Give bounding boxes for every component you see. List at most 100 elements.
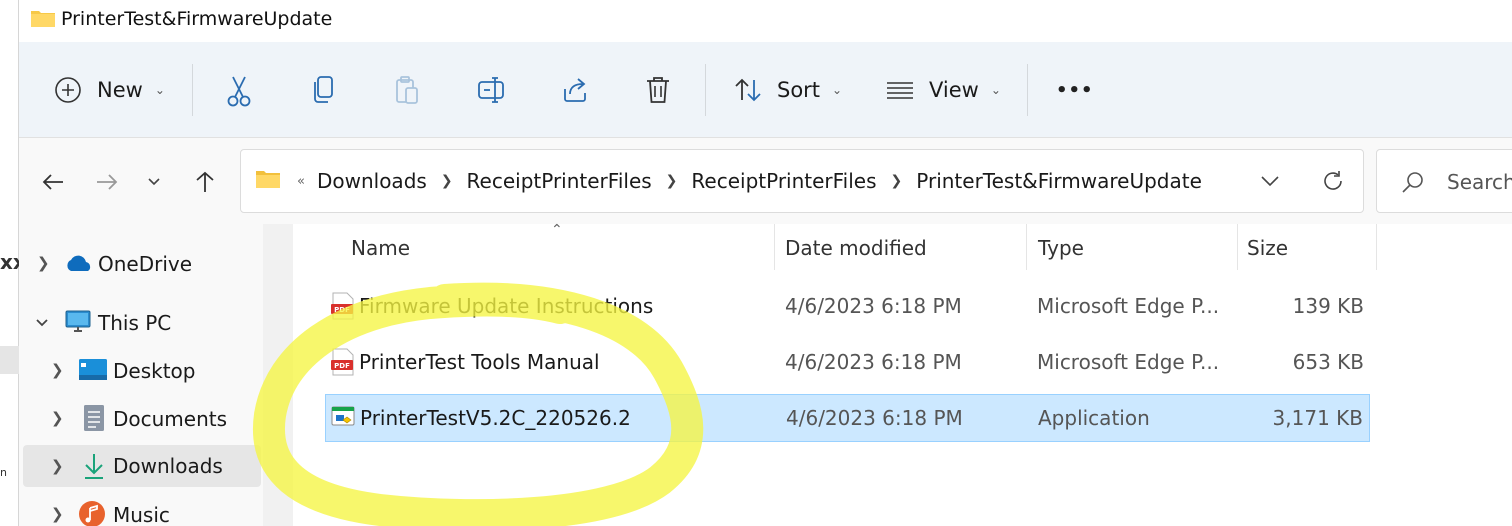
column-divider[interactable]	[1237, 224, 1238, 270]
column-divider[interactable]	[1026, 224, 1027, 270]
file-type: Microsoft Edge P...	[1037, 294, 1220, 318]
sidebar-item-onedrive[interactable]: ❯ OneDrive	[23, 244, 263, 284]
view-button[interactable]: View ⌄	[885, 70, 1001, 110]
address-bar[interactable]: « Downloads ❯ ReceiptPrinterFiles ❯ Rece…	[240, 149, 1364, 213]
share-icon	[564, 78, 586, 102]
file-size: 139 KB	[1292, 294, 1364, 318]
pane-splitter[interactable]	[263, 224, 293, 526]
file-row-selected[interactable]: PrinterTestV5.2C_220526.2 4/6/2023 6:18 …	[325, 394, 1370, 442]
sidebar-item-documents[interactable]: ❯ Documents	[23, 399, 263, 439]
chevron-right-icon[interactable]: ❯	[891, 173, 903, 189]
file-date: 4/6/2023 6:18 PM	[786, 406, 963, 430]
file-name: Firmware Update Instructions	[359, 294, 654, 318]
file-type: Application	[1038, 406, 1150, 430]
breadcrumb: « Downloads ❯ ReceiptPrinterFiles ❯ Rece…	[297, 169, 1202, 193]
copy-icon	[314, 76, 333, 103]
chevron-right-icon[interactable]: ❯	[51, 361, 64, 379]
column-header-name[interactable]: Name	[351, 236, 410, 260]
title-bar: PrinterTest&FirmwareUpdate	[19, 0, 1512, 42]
toolbar-divider	[705, 64, 706, 116]
breadcrumb-overflow[interactable]: «	[297, 174, 305, 189]
chevron-right-icon[interactable]: ❯	[37, 254, 50, 272]
folder-icon	[31, 11, 55, 27]
add-circle-icon	[55, 77, 81, 103]
file-row[interactable]: PDF PrinterTest Tools Manual 4/6/2023 6:…	[325, 339, 1370, 387]
forward-button[interactable]	[93, 168, 121, 196]
paste-button[interactable]	[393, 70, 421, 110]
computer-icon	[65, 310, 91, 332]
sidebar-item-label: OneDrive	[98, 252, 193, 276]
file-name: PrinterTestV5.2C_220526.2	[360, 406, 631, 430]
arrow-right-icon	[97, 174, 118, 190]
up-button[interactable]	[191, 168, 219, 196]
command-bar: New ⌄ Sort ⌄ View ⌄ •••	[19, 42, 1512, 138]
file-type: Microsoft Edge P...	[1037, 350, 1220, 374]
svg-text:PDF: PDF	[334, 362, 350, 370]
sidebar-item-label: Documents	[113, 407, 228, 431]
window-title: PrinterTest&FirmwareUpdate	[61, 8, 333, 30]
search-box[interactable]: Search	[1376, 149, 1512, 213]
music-icon	[79, 501, 105, 526]
more-options-button[interactable]: •••	[1056, 70, 1094, 110]
delete-button[interactable]	[644, 70, 672, 110]
file-explorer-window: PrinterTest&FirmwareUpdate New ⌄ Sort ⌄ …	[19, 0, 1512, 526]
chevron-down-icon: ⌄	[154, 83, 165, 97]
chevron-down-icon[interactable]	[35, 318, 49, 328]
sort-ascending-icon: ⌃	[551, 222, 563, 238]
file-size: 3,171 KB	[1272, 406, 1363, 430]
scissors-icon	[227, 76, 251, 107]
back-button[interactable]	[39, 168, 67, 196]
sort-button[interactable]: Sort ⌄	[733, 70, 842, 110]
pdf-icon: PDF	[331, 348, 354, 376]
background-window-edge: xx n	[0, 0, 26, 526]
rename-button[interactable]	[476, 70, 508, 110]
cut-button[interactable]	[224, 70, 254, 110]
chevron-down-icon	[148, 178, 160, 186]
chevron-right-icon[interactable]: ❯	[51, 457, 64, 475]
chevron-right-icon[interactable]: ❯	[666, 173, 678, 189]
refresh-icon[interactable]	[1321, 169, 1345, 193]
sidebar-item-label: This PC	[98, 311, 172, 335]
arrow-left-icon	[42, 174, 63, 190]
file-date: 4/6/2023 6:18 PM	[785, 350, 962, 374]
navigation-row: « Downloads ❯ ReceiptPrinterFiles ❯ Rece…	[19, 138, 1512, 224]
sidebar-item-this-pc[interactable]: This PC	[23, 303, 263, 343]
column-divider[interactable]	[1376, 224, 1377, 270]
new-button[interactable]: New ⌄	[53, 70, 165, 110]
toolbar-divider	[1027, 64, 1028, 116]
clipboard-icon	[396, 76, 418, 104]
search-input[interactable]: Search	[1447, 170, 1512, 194]
chevron-down-icon: ⌄	[832, 83, 843, 97]
sidebar-item-label: Downloads	[113, 454, 223, 478]
breadcrumb-item[interactable]: PrinterTest&FirmwareUpdate	[916, 169, 1202, 193]
more-icon: •••	[1056, 79, 1094, 101]
column-header-size[interactable]: Size	[1247, 236, 1288, 260]
breadcrumb-item[interactable]: ReceiptPrinterFiles	[467, 169, 652, 193]
chevron-right-icon[interactable]: ❯	[51, 505, 64, 523]
sidebar-item-downloads[interactable]: ❯ Downloads	[23, 445, 261, 487]
background-window-text-2: n	[0, 466, 7, 479]
new-label: New	[97, 78, 143, 102]
file-name: PrinterTest Tools Manual	[359, 350, 600, 374]
recent-locations-button[interactable]	[140, 168, 168, 196]
sidebar-item-label: Music	[113, 503, 170, 526]
rename-icon	[478, 77, 504, 103]
sort-label: Sort	[777, 78, 821, 102]
column-divider[interactable]	[774, 224, 775, 270]
chevron-right-icon[interactable]: ❯	[441, 173, 453, 189]
column-header-type[interactable]: Type	[1038, 236, 1084, 260]
sidebar-item-music[interactable]: ❯ Music	[23, 495, 263, 526]
file-list: ⌃ Name Date modified Type Size PDF Firmw…	[293, 222, 1512, 526]
sidebar-item-desktop[interactable]: ❯ Desktop	[23, 351, 263, 391]
breadcrumb-item[interactable]: ReceiptPrinterFiles	[691, 169, 876, 193]
share-button[interactable]	[560, 70, 590, 110]
address-dropdown-icon[interactable]	[1260, 175, 1280, 187]
breadcrumb-item[interactable]: Downloads	[317, 169, 427, 193]
copy-button[interactable]	[309, 70, 337, 110]
view-list-icon	[887, 82, 913, 99]
chevron-right-icon[interactable]: ❯	[51, 409, 64, 427]
file-row[interactable]: PDF Firmware Update Instructions 4/6/202…	[325, 283, 1370, 331]
file-size: 653 KB	[1292, 350, 1364, 374]
column-header-date[interactable]: Date modified	[785, 236, 927, 260]
folder-icon	[256, 171, 280, 188]
